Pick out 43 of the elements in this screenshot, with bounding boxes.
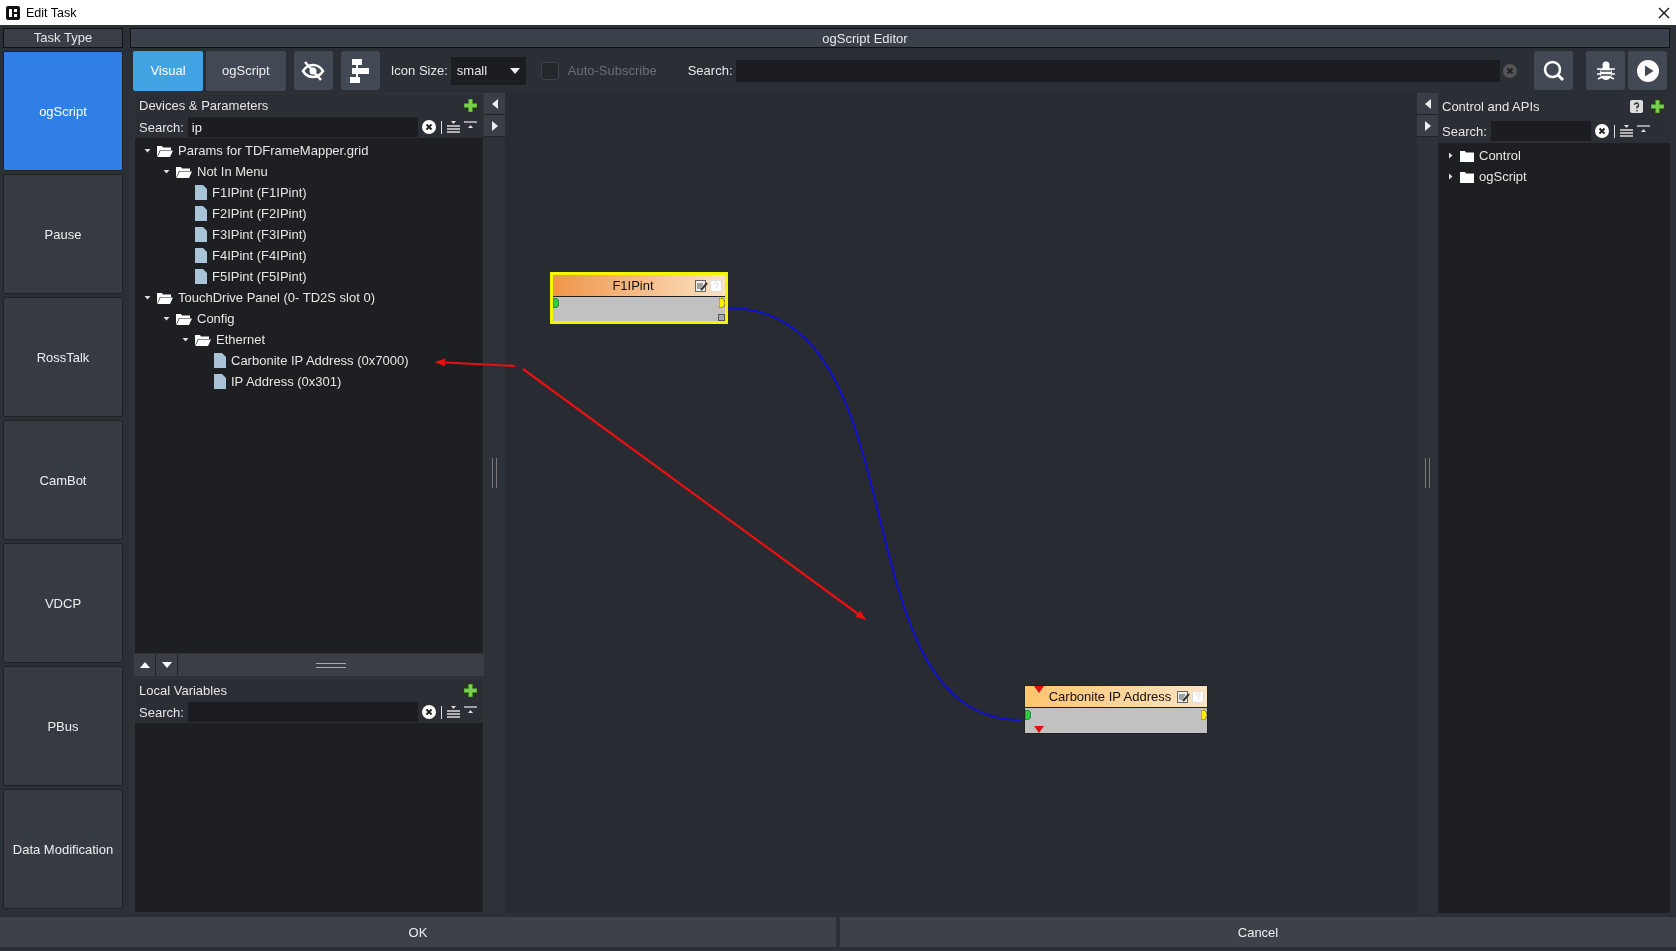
icon-size-dropdown[interactable]: small (450, 56, 526, 85)
panel-title: Control and APIs (1442, 98, 1540, 114)
tree-item[interactable]: Control (1479, 148, 1521, 163)
node-title: F1IPint (611, 278, 655, 293)
search-label: Search: (139, 704, 184, 720)
tree-item[interactable]: F3IPint (F3IPint) (212, 227, 307, 242)
tree-item[interactable]: Config (197, 311, 235, 326)
tree-item[interactable]: Not In Menu (197, 164, 268, 179)
tree-item[interactable]: Params for TDFrameMapper.grid (178, 143, 369, 158)
task-type-button[interactable]: CamBot (3, 420, 123, 540)
icon-size-label: Icon Size: (390, 63, 448, 78)
search-field[interactable]: ip (187, 117, 418, 137)
graph-canvas[interactable]: F1IPint Carbonite IP Address (505, 93, 1417, 913)
tree-item[interactable]: F4IPint (F4IPint) (212, 248, 307, 263)
tree-item[interactable]: F1IPint (F1IPint) (212, 185, 307, 200)
task-type-button[interactable]: RossTalk (3, 297, 123, 417)
tree-item[interactable]: F2IPint (F2IPint) (212, 206, 307, 221)
task-type-button[interactable]: VDCP (3, 543, 123, 663)
tree-item[interactable]: F5IPint (F5IPint) (212, 269, 307, 284)
graph-node[interactable]: F1IPint (550, 272, 728, 324)
task-type-button[interactable]: Data Modification (3, 789, 123, 909)
search-label: Search: (139, 119, 184, 135)
tree-item[interactable]: Ethernet (216, 332, 266, 347)
tree-item[interactable]: ogScript (1479, 169, 1527, 184)
search-label: Search: (687, 63, 733, 78)
editor-title-bar: ogScript Editor (130, 28, 1670, 48)
window-title: Edit Task (26, 5, 77, 20)
tree-item[interactable]: TouchDrive Panel (0- TD2S slot 0) (178, 290, 375, 305)
dialog-button[interactable]: Cancel (840, 917, 1676, 947)
task-type-button[interactable]: Pause (3, 174, 123, 294)
task-type-header: Task Type (3, 28, 123, 48)
tree-item[interactable]: Carbonite IP Address (0x7000) (231, 353, 409, 368)
node-title: Carbonite IP Address (1047, 689, 1173, 704)
panel-title: Local Variables (139, 682, 227, 698)
auto-subscribe-label: Auto-Subscribe (567, 63, 657, 78)
task-type-button[interactable]: PBus (3, 666, 123, 786)
dialog-button[interactable]: OK (0, 917, 836, 947)
task-type-button[interactable]: ogScript (3, 51, 123, 171)
view-tab[interactable]: ogScript (206, 50, 286, 91)
tree-item[interactable]: IP Address (0x301) (231, 374, 342, 389)
search-label: Search: (1442, 123, 1487, 139)
graph-node[interactable]: Carbonite IP Address (1024, 685, 1208, 734)
panel-title: Devices & Parameters (139, 97, 269, 113)
